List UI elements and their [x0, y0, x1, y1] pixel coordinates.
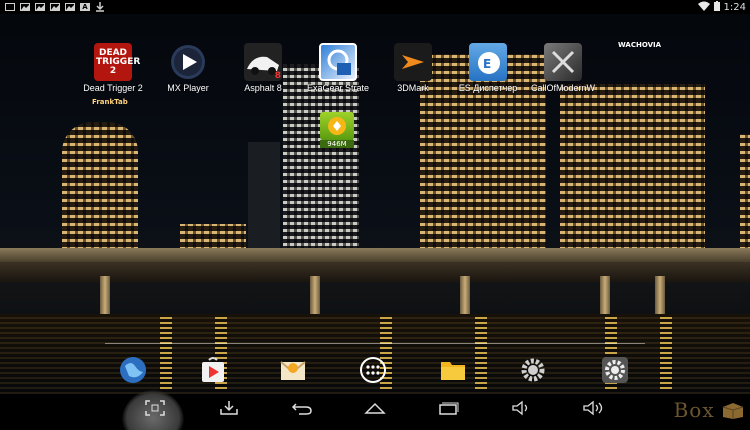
- building-sign-left: FrankTab: [92, 98, 128, 106]
- wallpaper-building: [560, 84, 705, 274]
- screen-icon: [5, 3, 15, 11]
- image-icon: [65, 3, 75, 11]
- app-label: ES Диспетчер: [458, 83, 518, 93]
- file-manager-icon[interactable]: [438, 355, 468, 385]
- watermark: Box: [674, 398, 744, 422]
- settings-icon[interactable]: [518, 355, 548, 385]
- app-3dmark[interactable]: 3DMark: [373, 43, 453, 93]
- app-exagear[interactable]: ExaGear Strate: [298, 43, 378, 93]
- wifi-icon: [697, 1, 710, 14]
- image-icon: [20, 3, 30, 11]
- recent-apps-icon[interactable]: [434, 398, 462, 418]
- image-icon: [50, 3, 60, 11]
- memory-text: 946M: [320, 140, 354, 148]
- back-icon[interactable]: [288, 398, 316, 418]
- memory-booster-icon: [320, 112, 354, 140]
- settings-icon[interactable]: [600, 355, 630, 385]
- browser-globe-icon[interactable]: [118, 355, 148, 385]
- es-explorer-icon: E: [469, 43, 507, 81]
- clock: 1:24: [723, 1, 746, 13]
- screenshot-icon[interactable]: [141, 398, 169, 418]
- volume-down-icon[interactable]: [508, 398, 536, 418]
- download-icon: [95, 2, 105, 12]
- app-drawer-icon[interactable]: [358, 355, 388, 385]
- app-label: Dead Trigger 2: [83, 83, 143, 93]
- download-icon[interactable]: [215, 398, 243, 418]
- app-label: MX Player: [167, 83, 209, 93]
- home-icon[interactable]: [361, 398, 389, 418]
- status-bar: A 1:24: [0, 0, 750, 14]
- image-icon: [35, 3, 45, 11]
- memory-booster-widget[interactable]: 946M: [320, 112, 354, 148]
- exagear-icon: [319, 43, 357, 81]
- play-store-icon[interactable]: [198, 355, 228, 385]
- app-mx-player[interactable]: MX Player: [148, 43, 228, 93]
- dead-trigger-icon-text: DEAD TRIGGER 2: [96, 47, 141, 76]
- svg-text:E: E: [483, 57, 491, 71]
- box-icon: [722, 403, 744, 419]
- asphalt-icon: 8: [244, 43, 282, 81]
- app-label: Asphalt 8: [244, 83, 282, 93]
- email-icon[interactable]: [278, 355, 308, 385]
- app-asphalt-8[interactable]: 8 Asphalt 8: [223, 43, 303, 93]
- wallpaper-building: [283, 64, 359, 274]
- dead-trigger-icon: DEAD TRIGGER 2: [94, 43, 141, 81]
- app-call-of-modern[interactable]: CallOfModernW: [523, 43, 603, 93]
- dock-divider: [105, 343, 645, 344]
- call-of-modern-icon: [544, 43, 582, 81]
- app-label: CallOfModernW: [530, 83, 595, 93]
- app-label: 3DMark: [397, 83, 429, 93]
- app-label: ExaGear Strate: [306, 83, 370, 93]
- app-es-explorer[interactable]: E ES Диспетчер: [448, 43, 528, 93]
- watermark-text: Box: [673, 398, 715, 422]
- battery-icon: [713, 0, 720, 14]
- a-icon: A: [80, 3, 90, 11]
- mx-player-icon: [169, 43, 207, 81]
- 3dmark-icon: [394, 43, 432, 81]
- asphalt-icon-number: 8: [274, 71, 281, 81]
- volume-up-icon[interactable]: [580, 398, 608, 418]
- app-dead-trigger-2[interactable]: DEAD TRIGGER 2 Dead Trigger 2: [73, 43, 153, 93]
- building-sign-right: WACHOVIA: [618, 41, 662, 49]
- wallpaper-bridge-deck: [0, 262, 750, 282]
- wallpaper-bridge: [0, 248, 750, 262]
